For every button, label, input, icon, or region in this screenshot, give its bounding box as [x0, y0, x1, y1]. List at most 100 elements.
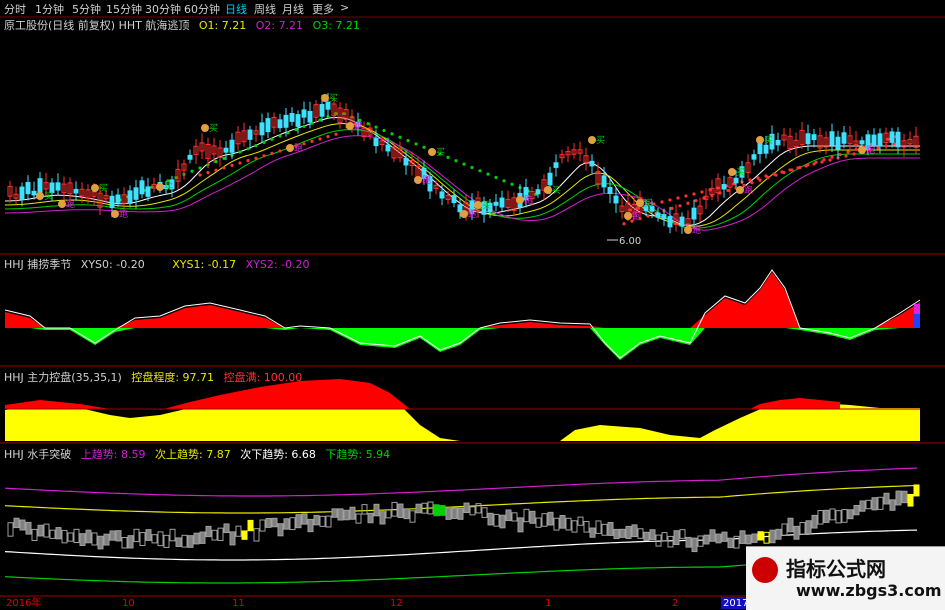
trend-step-box [217, 527, 224, 541]
stock-chart-canvas[interactable]: 买买 买买买买买买买买买买跑跑跑跑跑跑跑跑跑跑跑 6.00 2016年 10 11… [0, 0, 945, 609]
trend-dot-red [804, 164, 808, 168]
trend-step-box [115, 530, 122, 542]
trend-step-box [433, 504, 440, 517]
trend-step-box [517, 517, 524, 533]
candle-body [613, 195, 619, 204]
trend-step-box [157, 531, 164, 547]
trend-step-box [199, 531, 206, 544]
candle-body [547, 172, 553, 186]
candle-body [763, 144, 769, 154]
trend-step-box [85, 529, 92, 544]
sell-marker-icon [736, 186, 744, 194]
trend-dot-green [382, 128, 386, 133]
trend-step-box [787, 517, 794, 533]
trend-step-box [511, 512, 518, 522]
trend-step-box [469, 506, 476, 516]
buy-marker-icon [91, 184, 99, 192]
trend-step-box [325, 515, 332, 528]
trend-dot-green [270, 137, 274, 141]
trend-step-box [67, 532, 74, 542]
candle-body [829, 131, 835, 146]
trend-dot-green [246, 147, 250, 151]
candle-body [841, 132, 847, 144]
candle-body [589, 160, 595, 167]
sell-marker-icon [286, 144, 294, 152]
trend-step-box [625, 525, 632, 539]
trend-step-box [883, 492, 890, 505]
trend-step-box [847, 509, 854, 520]
trend-step-box [613, 528, 620, 540]
candle-body [277, 119, 283, 129]
trend-dot-red [222, 166, 226, 170]
trend-step-box [901, 490, 908, 504]
xys-bar [914, 304, 920, 314]
trend-step-box [331, 508, 338, 518]
trend-dot-red [678, 204, 682, 208]
trend-step-box [109, 530, 116, 541]
candle-body [691, 207, 697, 220]
trend-dot-red [686, 201, 690, 205]
trend-dot-green [374, 125, 378, 129]
buy-marker-label: 买 [764, 135, 773, 146]
trend-dot-red [254, 156, 258, 160]
buy-marker-icon [756, 136, 764, 144]
trend-step-box [361, 504, 368, 515]
buy-marker-icon [636, 199, 644, 207]
trend-step-box [877, 496, 884, 510]
candle-body [19, 186, 25, 200]
candle-body [775, 139, 781, 146]
trend-step-box [823, 509, 830, 523]
candle-body [499, 197, 505, 208]
trend-dot-green [166, 179, 170, 183]
trend-dot-green [198, 166, 202, 170]
trend-step-box [319, 515, 326, 527]
trend-step-box [505, 509, 512, 522]
trend-step-box [793, 525, 800, 540]
trend-step-box [385, 509, 392, 519]
buy-marker-icon [544, 186, 552, 194]
trend-step-box [553, 517, 560, 531]
trend-dot-red [838, 153, 842, 157]
buy-marker-icon [156, 183, 164, 191]
trend-step-box [757, 531, 764, 541]
trend-step-box [637, 528, 644, 539]
candle-body [811, 134, 817, 141]
sell-marker-icon [460, 210, 468, 218]
buy-marker-icon [474, 201, 482, 209]
trend-step-box [175, 537, 182, 547]
trend-dot-green [454, 159, 458, 163]
candle-body [31, 190, 37, 196]
trend-step-box [247, 519, 254, 532]
candle-body [601, 175, 607, 188]
candle-body [115, 194, 121, 203]
trend-step-box [97, 535, 104, 550]
xys-positive-area [5, 272, 920, 328]
trend-step-box [151, 534, 158, 544]
candle-body [457, 204, 463, 213]
trend-step-box [703, 534, 710, 545]
trend-dot-red [892, 142, 896, 146]
trend-step-box [565, 517, 572, 531]
trend-step-box [631, 524, 638, 538]
trend-step-box [661, 532, 668, 542]
candle-body [733, 177, 739, 184]
trend-dot-red [726, 188, 730, 193]
candle-body [283, 114, 289, 128]
trend-step-box [619, 528, 626, 538]
trend-step-box [835, 510, 842, 524]
sell-marker-label: 跑 [744, 184, 753, 196]
trend-dot-red [828, 158, 832, 162]
trend-dot-green [486, 172, 490, 176]
trend-dot-green [190, 169, 194, 173]
candle-body [229, 139, 235, 153]
trend-dot-green [286, 131, 290, 135]
trend-step-box [133, 528, 140, 543]
xaxis-label: 11 [232, 598, 245, 609]
trend-step-box [589, 527, 596, 538]
candle-body [319, 104, 325, 117]
sell-marker-label: 跑 [632, 210, 641, 222]
trend-step-box [373, 503, 380, 517]
control-degree-area [5, 384, 920, 441]
trend-dot-green [414, 142, 418, 146]
sell-marker-icon [516, 196, 524, 204]
